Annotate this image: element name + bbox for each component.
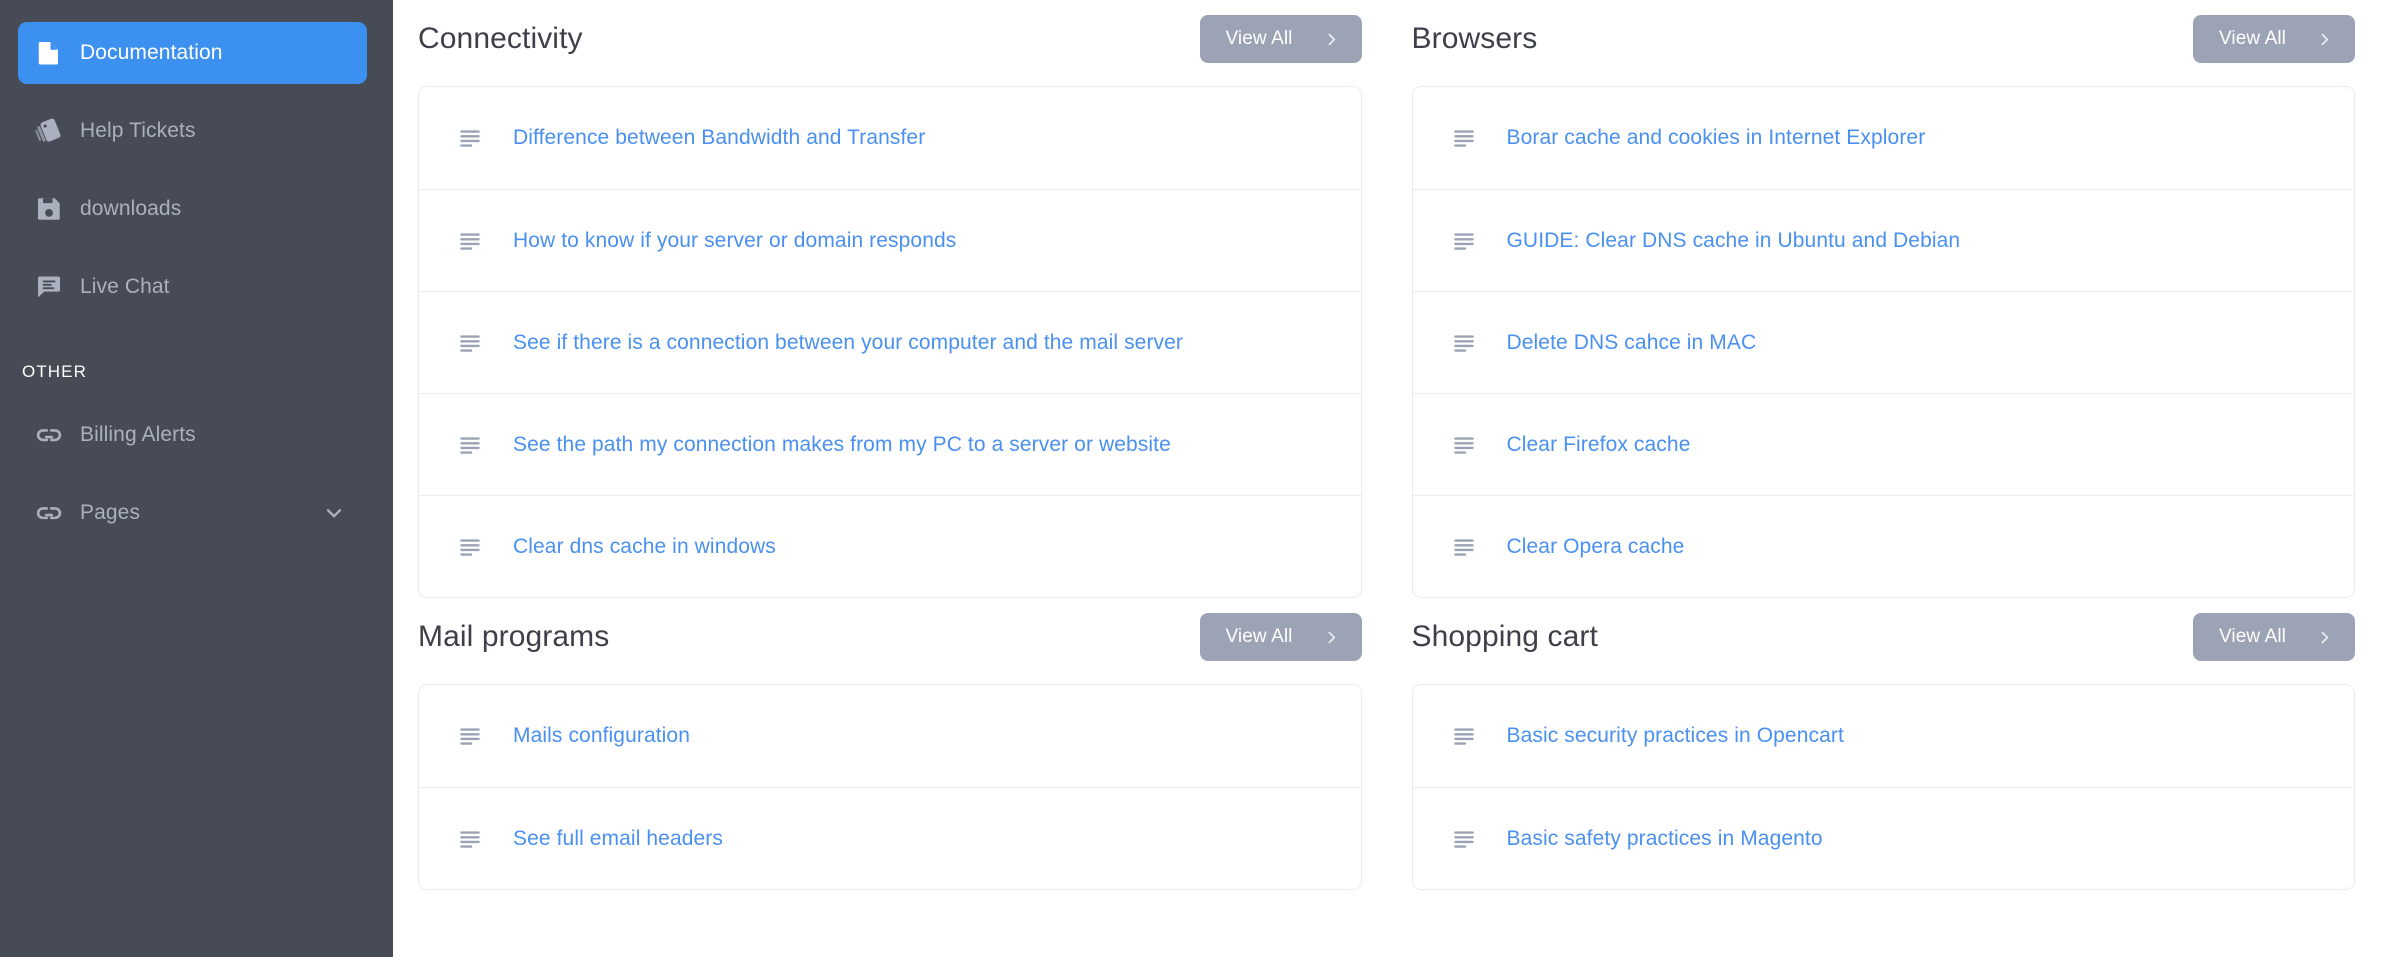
article-lines-icon	[1451, 723, 1479, 749]
article-lines-icon	[1451, 330, 1479, 356]
panel: Browsers View All Borar cache and cookies …	[1411, 0, 2355, 598]
article-lines-icon	[457, 723, 485, 749]
document-link[interactable]: Clear Firefox cache	[1507, 433, 1691, 457]
list-item[interactable]: See if there is a connection between you…	[419, 291, 1361, 393]
panel-title: Connectivity	[418, 22, 583, 55]
list-item[interactable]: See full email headers	[419, 787, 1361, 889]
chevron-down-icon[interactable]	[321, 500, 347, 526]
article-lines-icon	[1451, 432, 1479, 458]
view-all-label: View All	[2219, 28, 2286, 49]
panel: Shopping cart View All Basic security prac…	[1411, 598, 2355, 890]
panel: Mail programs View All Mails configuration…	[418, 598, 1362, 890]
documents-card: Difference between Bandwidth and Transfe…	[418, 86, 1362, 598]
article-lines-icon	[457, 826, 485, 852]
document-icon	[34, 38, 80, 68]
panel-header: Connectivity View All	[418, 0, 1362, 78]
document-link[interactable]: See if there is a connection between you…	[513, 331, 1183, 355]
list-item[interactable]: See the path my connection makes from my…	[419, 393, 1361, 495]
link-icon	[34, 498, 80, 528]
article-lines-icon	[457, 228, 485, 254]
article-lines-icon	[457, 125, 485, 151]
document-link[interactable]: Delete DNS cahce in MAC	[1507, 331, 1757, 355]
panel: Connectivity View All Difference between B…	[418, 0, 1362, 598]
sidebar-item-live-chat[interactable]: Live Chat	[18, 256, 367, 318]
document-link[interactable]: See full email headers	[513, 827, 723, 851]
article-lines-icon	[1451, 228, 1479, 254]
chat-bubble-icon	[34, 272, 80, 302]
article-lines-icon	[457, 330, 485, 356]
document-link[interactable]: Basic safety practices in Magento	[1507, 827, 1823, 851]
document-link[interactable]: How to know if your server or domain res…	[513, 229, 956, 253]
list-item[interactable]: GUIDE: Clear DNS cache in Ubuntu and Deb…	[1412, 189, 2354, 291]
panel-title: Shopping cart	[1411, 620, 1598, 653]
floppy-disk-icon	[34, 194, 80, 224]
chevron-right-icon	[1323, 31, 1340, 48]
view-all-label: View All	[1225, 28, 1293, 49]
list-item[interactable]: Basic safety practices in Magento	[1412, 787, 2354, 889]
sidebar-item-label: Billing Alerts	[80, 423, 196, 446]
article-lines-icon	[1451, 125, 1479, 151]
sidebar-item-label: downloads	[80, 197, 182, 220]
panel-title: Browsers	[1411, 22, 1538, 55]
sidebar-item-pages[interactable]: Pages	[18, 482, 367, 544]
link-icon	[34, 420, 80, 450]
tags-icon	[34, 116, 80, 146]
document-link[interactable]: See the path my connection makes from my…	[513, 433, 1171, 457]
sidebar-item-billing-alerts[interactable]: Billing Alerts	[18, 404, 367, 466]
documents-card: Basic security practices in Opencart Basi…	[1411, 684, 2355, 890]
list-item[interactable]: Delete DNS cahce in MAC	[1412, 291, 2354, 393]
sidebar-item-label: Live Chat	[80, 275, 170, 298]
view-all-button[interactable]: View All	[1199, 613, 1362, 661]
list-item[interactable]: Clear Firefox cache	[1412, 393, 2354, 495]
sidebar-item-downloads[interactable]: downloads	[18, 178, 367, 240]
documents-card: Borar cache and cookies in Internet Expl…	[1411, 86, 2355, 598]
article-lines-icon	[1451, 826, 1479, 852]
documents-card: Mails configuration See full email header…	[418, 684, 1362, 890]
panel-title: Mail programs	[418, 620, 610, 653]
view-all-button[interactable]: View All	[1199, 15, 1362, 63]
chevron-right-icon	[2316, 31, 2333, 48]
panel-header: Mail programs View All	[418, 598, 1362, 676]
sidebar-item-documentation[interactable]: Documentation	[18, 22, 367, 84]
sidebar-item-label: Help Tickets	[80, 119, 196, 142]
document-link[interactable]: Clear dns cache in windows	[513, 535, 776, 559]
sidebar-item-label: Documentation	[80, 41, 223, 64]
sidebar-section-label: OTHER	[22, 362, 87, 381]
article-lines-icon	[457, 534, 485, 560]
document-link[interactable]: Borar cache and cookies in Internet Expl…	[1507, 126, 1926, 150]
article-lines-icon	[1451, 534, 1479, 560]
sidebar-item-help-tickets[interactable]: Help Tickets	[18, 100, 367, 162]
document-link[interactable]: Mails configuration	[513, 724, 690, 748]
chevron-right-icon	[2316, 629, 2333, 646]
list-item[interactable]: Mails configuration	[419, 685, 1361, 787]
document-link[interactable]: Basic security practices in Opencart	[1507, 724, 1844, 748]
document-link[interactable]: GUIDE: Clear DNS cache in Ubuntu and Deb…	[1507, 229, 1961, 253]
view-all-button[interactable]: View All	[2193, 613, 2355, 661]
list-item[interactable]: How to know if your server or domain res…	[419, 189, 1361, 291]
panel-header: Browsers View All	[1411, 0, 2355, 78]
document-link[interactable]: Clear Opera cache	[1507, 535, 1685, 559]
panels-grid: Connectivity View All Difference between B…	[393, 0, 2355, 890]
list-item[interactable]: Borar cache and cookies in Internet Expl…	[1412, 87, 2354, 189]
article-lines-icon	[457, 432, 485, 458]
list-item[interactable]: Difference between Bandwidth and Transfe…	[419, 87, 1361, 189]
view-all-button[interactable]: View All	[2193, 15, 2355, 63]
view-all-label: View All	[1225, 626, 1293, 647]
list-item[interactable]: Clear dns cache in windows	[419, 495, 1361, 597]
main-content: Connectivity View All Difference between B…	[393, 0, 2390, 957]
chevron-right-icon	[1323, 629, 1340, 646]
sidebar: Documentation Help Tickets downloads Liv…	[0, 0, 393, 957]
view-all-label: View All	[2219, 626, 2286, 647]
app-root: Documentation Help Tickets downloads Liv…	[0, 0, 2390, 957]
sidebar-item-label: Pages	[80, 501, 141, 524]
list-item[interactable]: Clear Opera cache	[1412, 495, 2354, 597]
panel-header: Shopping cart View All	[1411, 598, 2355, 676]
list-item[interactable]: Basic security practices in Opencart	[1412, 685, 2354, 787]
document-link[interactable]: Difference between Bandwidth and Transfe…	[513, 126, 925, 150]
